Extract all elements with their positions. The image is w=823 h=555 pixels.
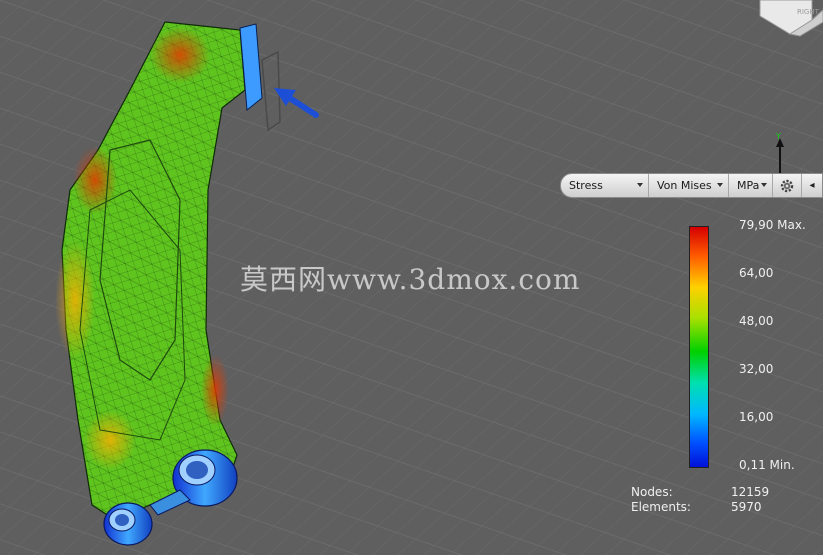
result-toolbar: Stress Von Mises MPa ◂ — [560, 173, 823, 198]
bushing-left — [103, 502, 153, 546]
stress-color-scale — [689, 226, 709, 468]
elements-label: Elements: — [631, 500, 691, 514]
unit-value: MPa — [737, 179, 760, 192]
nodes-value: 12159 — [731, 485, 770, 499]
stress-component-dropdown[interactable]: Von Mises — [649, 174, 729, 197]
unit-dropdown[interactable]: MPa — [729, 174, 773, 197]
legend-tick-1: 64,00 — [739, 266, 774, 280]
legend-max-label: 79,90 Max. — [739, 218, 806, 232]
legend-tick-3: 32,00 — [739, 362, 774, 376]
stress-component-value: Von Mises — [657, 179, 712, 192]
elements-value: 5970 — [731, 500, 762, 514]
result-type-value: Stress — [569, 179, 603, 192]
chevron-down-icon — [637, 183, 643, 187]
nodes-label: Nodes: — [631, 485, 673, 499]
settings-button[interactable] — [773, 174, 802, 197]
y-axis-label: Y — [775, 132, 781, 141]
chevron-down-icon — [717, 183, 723, 187]
view-cube-label: RIGHT — [797, 8, 820, 16]
result-type-dropdown[interactable]: Stress — [561, 174, 649, 197]
legend-min-label: 0,11 Min. — [739, 458, 795, 472]
watermark-text: 莫西网www.3dmox.com — [240, 263, 581, 296]
chevron-down-icon — [761, 183, 767, 187]
gear-icon — [780, 179, 794, 192]
more-options-button[interactable]: ◂ — [802, 174, 822, 197]
legend-tick-2: 48,00 — [739, 314, 774, 328]
legend-tick-4: 16,00 — [739, 410, 774, 424]
chevron-right-icon: ◂ — [809, 180, 815, 191]
